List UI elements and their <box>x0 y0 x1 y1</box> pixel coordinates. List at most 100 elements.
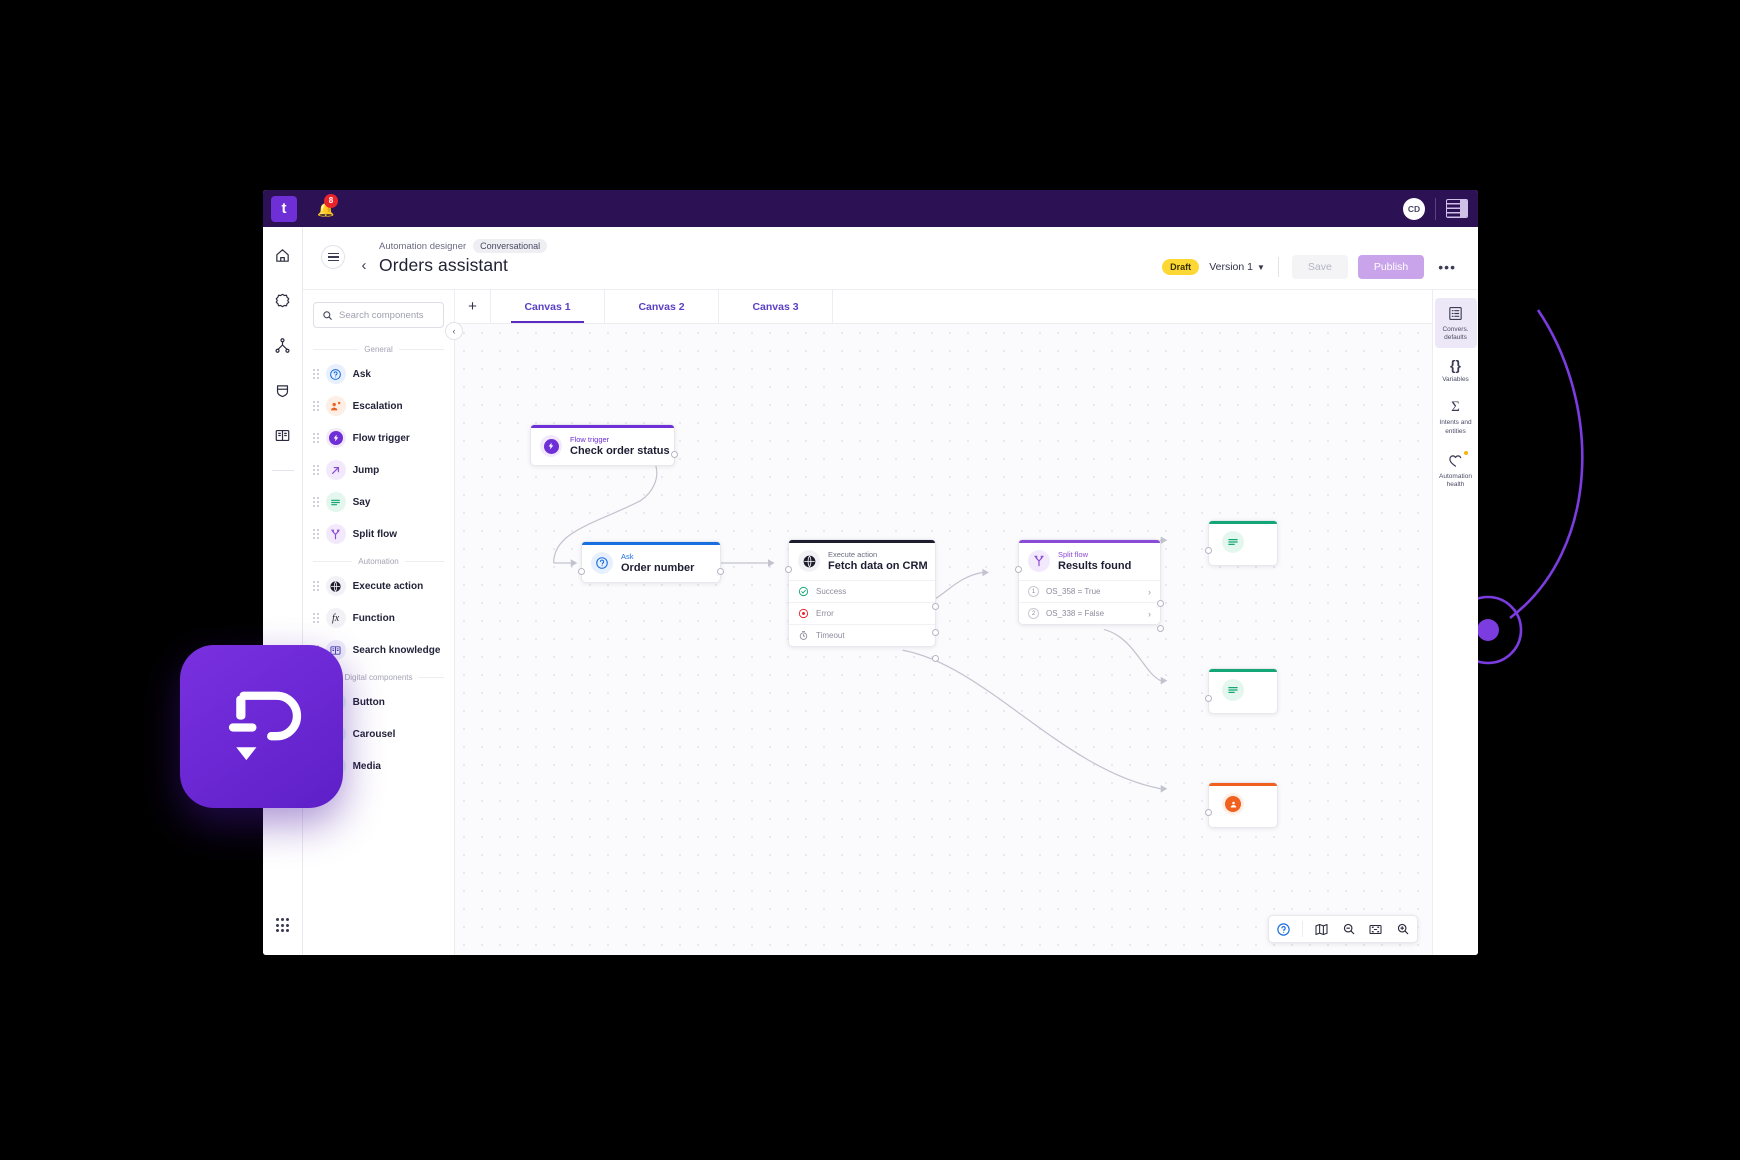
node-execute-action[interactable]: Execute action Fetch data on CRM Success <box>785 539 939 662</box>
drag-handle-icon[interactable] <box>313 581 319 591</box>
node-flow-trigger[interactable]: Flow trigger Check order status <box>530 424 678 466</box>
divider <box>1277 257 1279 277</box>
input-port[interactable] <box>578 568 585 575</box>
node-ask[interactable]: Ask Order number <box>578 541 724 583</box>
flow-canvas[interactable]: Flow trigger Check order status Ask Orde… <box>455 324 1432 955</box>
canvas-tabs: + Canvas 1 Canvas 2 Canvas 3 <box>455 290 1432 324</box>
panel-item-conversation-defaults[interactable]: Convers. defaults <box>1434 298 1477 349</box>
output-port[interactable] <box>671 451 678 458</box>
chevron-left-icon[interactable]: ‹ <box>357 257 371 274</box>
output-port-success[interactable] <box>932 603 939 610</box>
book-icon[interactable] <box>269 421 297 449</box>
drag-handle-icon[interactable] <box>313 529 319 539</box>
panel-item-intents-entities[interactable]: Σ Intents and entities <box>1435 393 1477 441</box>
palette-item-split-flow[interactable]: Split flow <box>303 518 454 550</box>
output-port-1[interactable] <box>1157 600 1164 607</box>
notification-badge: 8 <box>324 193 338 208</box>
node-title: Fetch data on CRM <box>828 560 928 572</box>
palette-item-say[interactable]: Say <box>303 486 454 518</box>
palette-section-automation: Automation <box>303 557 454 566</box>
palette-item-execute-action[interactable]: Execute action <box>303 570 454 602</box>
search-box[interactable] <box>313 302 444 328</box>
braces-icon: {} <box>1450 357 1461 374</box>
breadcrumb: Automation designer Conversational <box>357 239 548 253</box>
page-title: Orders assistant <box>379 255 509 275</box>
palette-item-jump[interactable]: Jump <box>303 454 454 486</box>
app-topbar: t 🔔 8 CD <box>263 190 1478 227</box>
output-port-timeout[interactable] <box>932 655 939 662</box>
page-header: Automation designer Conversational ‹ Ord… <box>303 227 1478 289</box>
save-button[interactable]: Save <box>1291 255 1348 279</box>
tab-canvas-2[interactable]: Canvas 2 <box>605 290 719 323</box>
breadcrumb-root[interactable]: Automation designer <box>379 241 466 252</box>
zoom-out-icon[interactable] <box>1340 921 1357 938</box>
search-input[interactable] <box>339 309 435 321</box>
breadcrumb-chip: Conversational <box>473 239 548 253</box>
node-escalation[interactable] <box>1205 782 1278 828</box>
condition-label: OS_358 = True <box>1046 587 1101 596</box>
outcome-label: Timeout <box>816 631 845 640</box>
drag-handle-icon[interactable] <box>313 369 319 379</box>
flow-hierarchy-icon[interactable] <box>269 331 297 359</box>
add-canvas-button[interactable]: + <box>455 290 491 323</box>
collapse-palette-button[interactable]: ‹ <box>445 322 463 340</box>
help-circle-icon[interactable] <box>1275 921 1292 938</box>
output-port-2[interactable] <box>1157 625 1164 632</box>
input-port[interactable] <box>785 566 792 573</box>
node-outcome-error[interactable]: Error <box>789 602 935 624</box>
palette-item-flow-trigger[interactable]: Flow trigger <box>303 422 454 454</box>
input-port[interactable] <box>1205 695 1212 702</box>
avatar[interactable]: CD <box>1403 197 1425 220</box>
output-port[interactable] <box>717 568 724 575</box>
home-icon[interactable] <box>269 241 297 269</box>
palette-item-function[interactable]: fx Function <box>303 602 454 634</box>
version-select[interactable]: Version 1 ▼ <box>1209 261 1265 273</box>
panel-item-variables[interactable]: {} Variables <box>1435 351 1477 390</box>
node-outcome-success[interactable]: Success <box>789 580 935 602</box>
palette-item-ask[interactable]: Ask <box>303 358 454 390</box>
version-label: Version 1 <box>1209 261 1253 273</box>
panel-item-automation-health[interactable]: Automation health <box>1435 445 1477 495</box>
drag-handle-icon[interactable] <box>313 433 319 443</box>
tab-canvas-1[interactable]: Canvas 1 <box>491 290 605 323</box>
tab-canvas-3[interactable]: Canvas 3 <box>719 290 833 323</box>
brand-logo-icon[interactable]: t <box>271 195 297 222</box>
more-options-button[interactable]: ••• <box>1434 259 1460 275</box>
fit-screen-icon[interactable] <box>1367 921 1384 938</box>
drag-handle-icon[interactable] <box>313 613 319 623</box>
globe-icon <box>798 550 820 572</box>
palette-item-escalation[interactable]: Escalation <box>303 390 454 422</box>
side-panel-icon[interactable] <box>1446 199 1468 218</box>
hamburger-icon[interactable] <box>321 245 345 269</box>
notifications-button[interactable]: 🔔 8 <box>315 193 338 220</box>
drag-handle-icon[interactable] <box>313 401 319 411</box>
grid-apps-icon[interactable] <box>269 911 297 939</box>
shield-icon[interactable] <box>269 376 297 404</box>
node-say-1[interactable] <box>1205 520 1278 566</box>
flow-edges <box>553 444 1168 793</box>
input-port[interactable] <box>1015 566 1022 573</box>
app-logo <box>180 645 343 808</box>
node-title: Results found <box>1058 560 1132 572</box>
main-area: Automation designer Conversational ‹ Ord… <box>303 227 1478 955</box>
input-port[interactable] <box>1205 547 1212 554</box>
panel-item-label: Intents and entities <box>1439 419 1472 435</box>
screen: t 🔔 8 CD Automation designer Conversatio… <box>0 0 1740 1160</box>
publish-button[interactable]: Publish <box>1357 255 1425 279</box>
node-say-2[interactable] <box>1205 668 1278 714</box>
agent-handoff-icon <box>325 396 346 416</box>
flower-settings-icon[interactable] <box>269 286 297 314</box>
node-condition-1[interactable]: 1 OS_358 = True › <box>1019 580 1160 602</box>
zoom-in-icon[interactable] <box>1394 921 1411 938</box>
palette-item-label: Say <box>352 496 371 508</box>
search-icon <box>323 310 333 320</box>
output-port-error[interactable] <box>932 629 939 636</box>
drag-handle-icon[interactable] <box>313 465 319 475</box>
node-condition-2[interactable]: 2 OS_338 = False › <box>1019 602 1160 624</box>
minimap-icon[interactable] <box>1313 921 1330 938</box>
node-split-flow[interactable]: Split flow Results found 1 OS_358 = True… <box>1015 539 1164 632</box>
input-port[interactable] <box>1205 809 1212 816</box>
node-kind: Ask <box>621 552 634 561</box>
drag-handle-icon[interactable] <box>313 497 319 507</box>
node-outcome-timeout[interactable]: Timeout <box>789 624 935 646</box>
